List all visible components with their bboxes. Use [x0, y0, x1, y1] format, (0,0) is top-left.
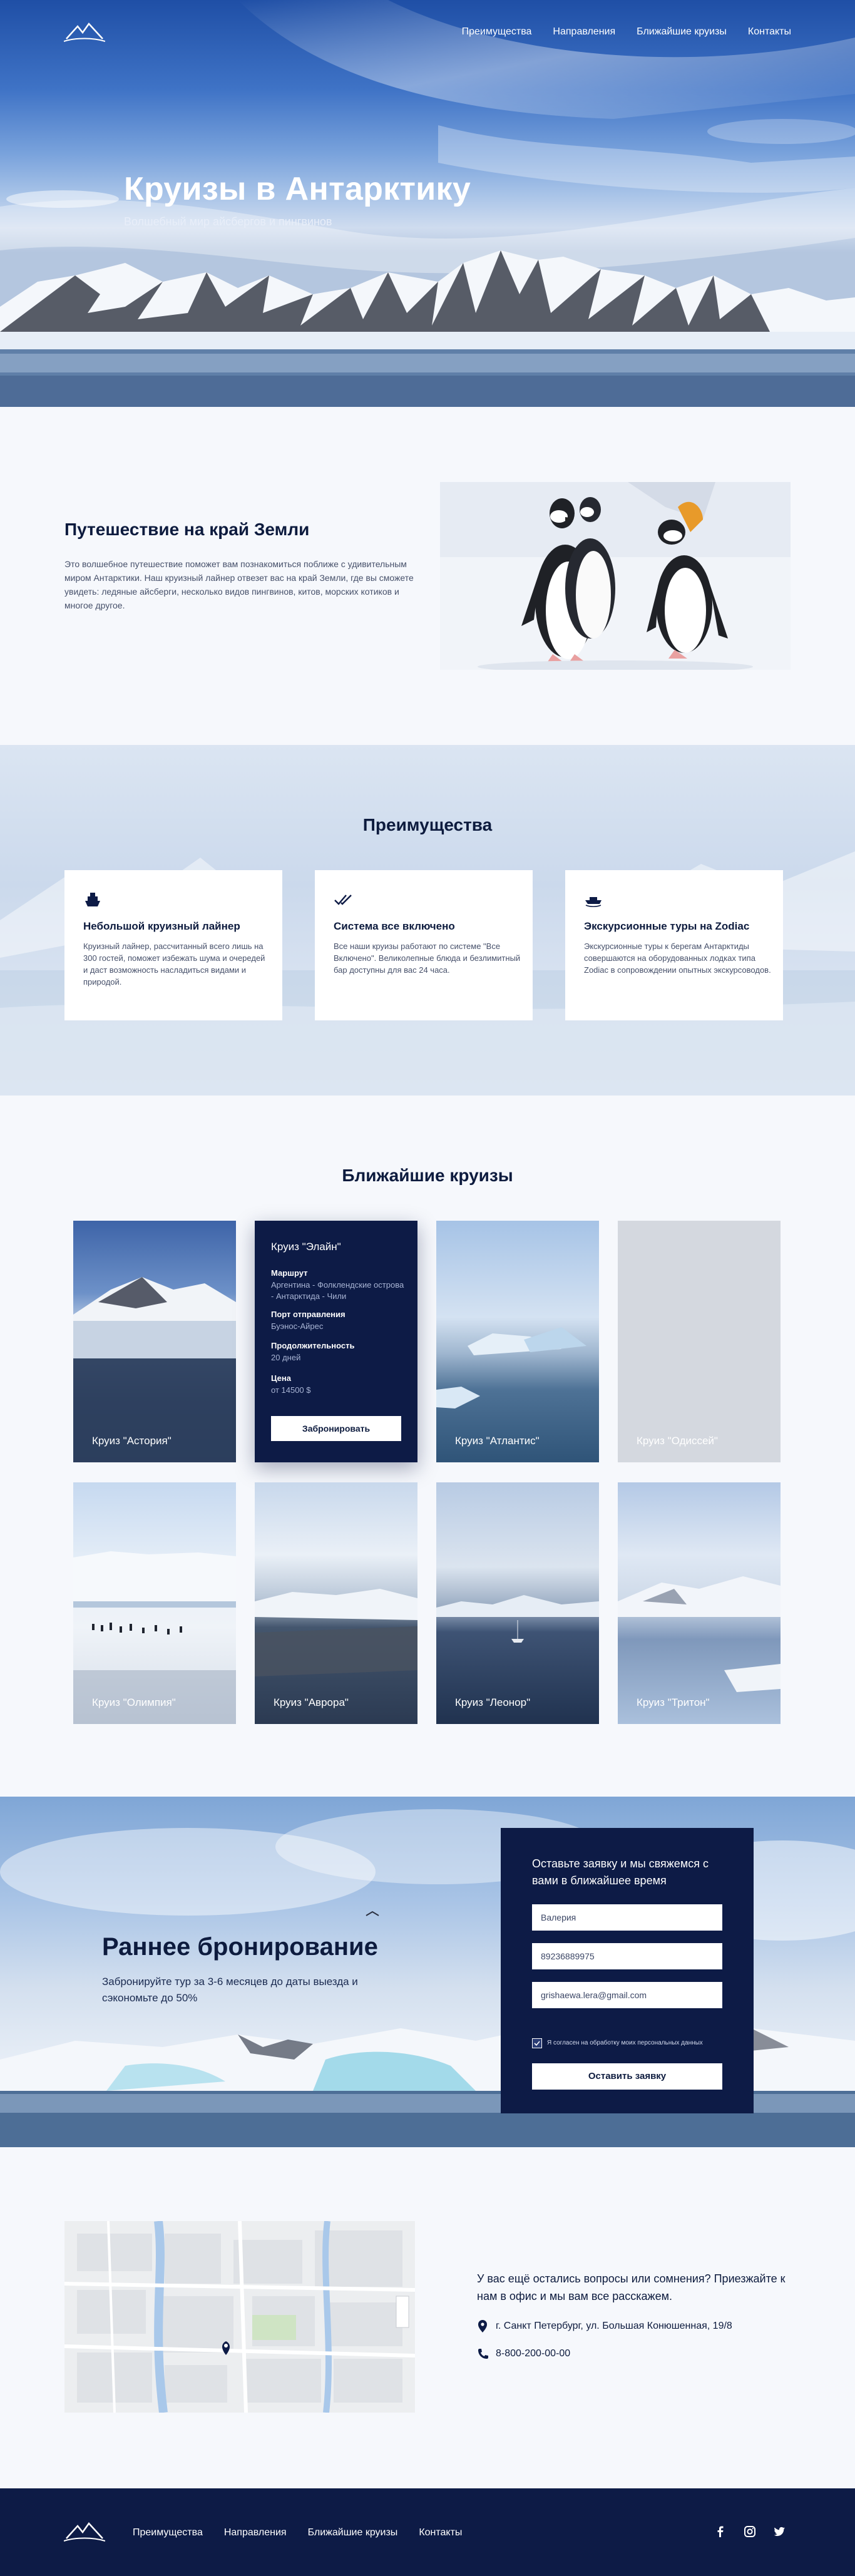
duration-value: 20 дней — [271, 1353, 301, 1362]
benefit-card-liner: Небольшой круизный лайнер Круизный лайне… — [64, 870, 282, 1020]
phone-text[interactable]: 8-800-200-00-00 — [496, 2348, 570, 2359]
benefit-text: Все наши круизы работают по системе "Все… — [334, 942, 521, 975]
intro-text: Это волшебное путешествие поможет вам по… — [64, 559, 414, 610]
footer-item-contacts[interactable]: Контакты — [419, 2527, 462, 2538]
footer-item-cruises[interactable]: Ближайшие круизы — [308, 2527, 398, 2538]
contacts-section: У вас ещё остались вопросы или сомнения?… — [0, 2147, 855, 2488]
penguins-photo — [440, 482, 791, 670]
port-value: Буэнос-Айрес — [271, 1321, 324, 1331]
page: Преимущества Направления Ближайшие круиз… — [0, 0, 855, 2576]
nav-item-cruises[interactable]: Ближайшие круизы — [637, 26, 727, 38]
cruise-card-triton[interactable]: Круиз "Тритон" — [618, 1482, 781, 1724]
footer-item-advantages[interactable]: Преимущества — [133, 2527, 203, 2538]
hero-section: Преимущества Направления Ближайшие круиз… — [0, 0, 855, 407]
cruise-card-odyssey[interactable]: Круиз "Одиссей" — [618, 1221, 781, 1462]
cruise-card-label: Круиз "Аврора" — [274, 1696, 349, 1708]
location-pin-icon — [478, 2320, 487, 2332]
cruise-card-label: Круиз "Леонор" — [455, 1696, 531, 1708]
antarctic-mountains-image — [0, 250, 855, 407]
facebook-icon[interactable] — [714, 2525, 727, 2538]
cruise-card-label: Круиз "Тритон" — [637, 1696, 710, 1708]
mountain-logo-icon[interactable] — [64, 2518, 105, 2543]
booking-subtitle: Забронируйте тур за 3-6 месяцев до даты … — [102, 1976, 358, 2004]
instagram-icon[interactable] — [743, 2525, 757, 2538]
name-field[interactable]: Валерия — [532, 1904, 722, 1931]
hero-subtitle: Волшебный мир айсбергов и пингвинов — [124, 215, 332, 228]
benefit-title: Экскурсионные туры на Zodiac — [584, 920, 750, 932]
benefit-card-all-inclusive: Система все включено Все наши круизы раб… — [315, 870, 533, 1020]
price-label: Цена — [271, 1373, 291, 1383]
intro-section: Путешествие на край Земли Это волшебное … — [0, 407, 855, 745]
cruises-section: Ближайшие круизы Круиз "Астория" Круиз "… — [0, 1096, 855, 1797]
intro-title: Путешествие на край Земли — [64, 520, 310, 539]
office-map[interactable] — [64, 2221, 415, 2413]
cruise-card-label: Круиз "Одиссей" — [637, 1435, 718, 1447]
benefit-title: Система все включено — [334, 920, 455, 932]
book-button[interactable]: Забронировать — [271, 1416, 401, 1441]
port-label: Порт отправления — [271, 1310, 346, 1319]
benefit-text: Круизный лайнер, рассчитанный всего лишь… — [83, 942, 265, 987]
phone-icon — [478, 2349, 488, 2359]
footer-item-directions[interactable]: Направления — [224, 2527, 287, 2538]
cruise-card-atlantis[interactable]: Круиз "Атлантис" — [436, 1221, 599, 1462]
cruise-card-label: Круиз "Астория" — [92, 1435, 172, 1447]
twitter-icon[interactable] — [772, 2525, 786, 2538]
mountain-logo-icon[interactable] — [64, 19, 105, 44]
address-text: г. Санкт Петербург, ул. Большая Конюшенн… — [496, 2321, 732, 2331]
cruises-title: Ближайшие круизы — [342, 1166, 513, 1185]
email-field[interactable]: grishaewa.lera@gmail.com — [532, 1982, 722, 2008]
nav-item-contacts[interactable]: Контакты — [748, 26, 791, 38]
cruise-card-aurora[interactable]: Круиз "Аврора" — [255, 1482, 417, 1724]
hero-title: Круизы в Антарктику — [124, 171, 471, 207]
cruise-card-olympia[interactable]: Круиз "Олимпия" — [73, 1482, 236, 1724]
consent-checkbox[interactable] — [532, 2038, 542, 2048]
booking-section: Раннее бронирование Забронируйте тур за … — [0, 1797, 855, 2147]
benefits-title: Преимущества — [362, 815, 493, 834]
form-title: Оставьте заявку и мы свяжемся с вами в б… — [532, 1857, 709, 1887]
benefits-section: Преимущества Небольшой круизный лайнер К… — [0, 745, 855, 1096]
submit-button[interactable]: Оставить заявку — [532, 2063, 722, 2090]
cruise-card-label: Круиз "Олимпия" — [92, 1696, 176, 1708]
cruise-card-elain[interactable]: Круиз "Элайн" Маршрут Аргентина - Фолкле… — [255, 1221, 417, 1462]
consent-label: Я согласен на обработку моих персональны… — [547, 2040, 703, 2046]
double-check-icon — [334, 895, 352, 905]
footer: Преимущества Направления Ближайшие круиз… — [0, 2488, 855, 2576]
benefit-card-zodiac: Экскурсионные туры на Zodiac Экскурсионн… — [565, 870, 783, 1020]
duration-label: Продолжительность — [271, 1341, 355, 1350]
cruise-card-label: Круиз "Атлантис" — [455, 1435, 540, 1447]
route-label: Маршрут — [271, 1268, 308, 1278]
benefit-text: Экскурсионные туры к берегам Антарктиды … — [584, 942, 771, 975]
top-nav: Преимущества Направления Ближайшие круиз… — [0, 19, 855, 44]
cruise-card-leonor[interactable]: Круиз "Леонор" — [436, 1482, 599, 1724]
nav-item-directions[interactable]: Направления — [553, 26, 615, 38]
contacts-question: У вас ещё остались вопросы или сомнения?… — [477, 2272, 786, 2302]
nav-item-advantages[interactable]: Преимущества — [462, 26, 532, 38]
boat-icon — [585, 897, 602, 907]
benefit-title: Небольшой круизный лайнер — [83, 920, 240, 932]
cruise-card-astoria[interactable]: Круиз "Астория" — [73, 1221, 236, 1462]
booking-form: Оставьте заявку и мы свяжемся с вами в б… — [501, 1828, 754, 2113]
ship-icon — [85, 893, 100, 906]
cruise-name: Круиз "Элайн" — [271, 1241, 341, 1253]
price-value: от 14500 $ — [271, 1385, 311, 1395]
route-value: Аргентина - Фолклендские острова - Антар… — [271, 1280, 404, 1301]
booking-title: Раннее бронирование — [102, 1933, 378, 1961]
phone-field[interactable]: 89236889975 — [532, 1943, 722, 1969]
